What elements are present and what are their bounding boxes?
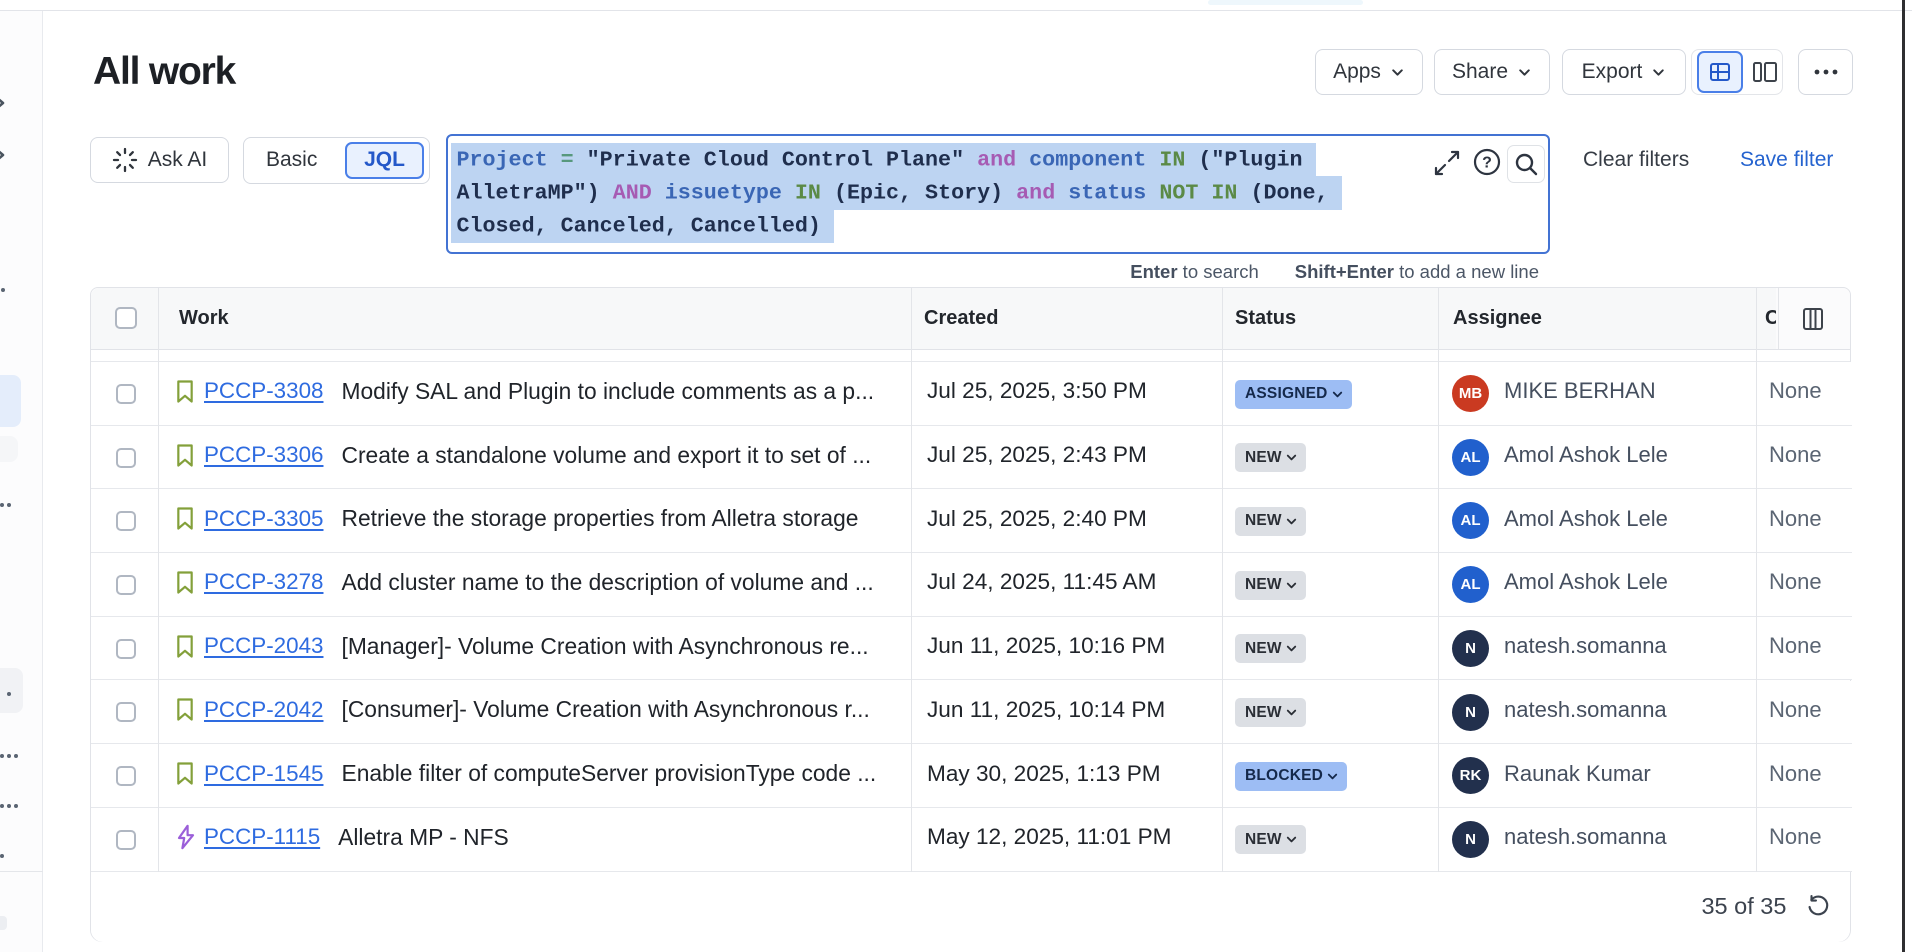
svg-text:?: ? [1482,155,1492,172]
